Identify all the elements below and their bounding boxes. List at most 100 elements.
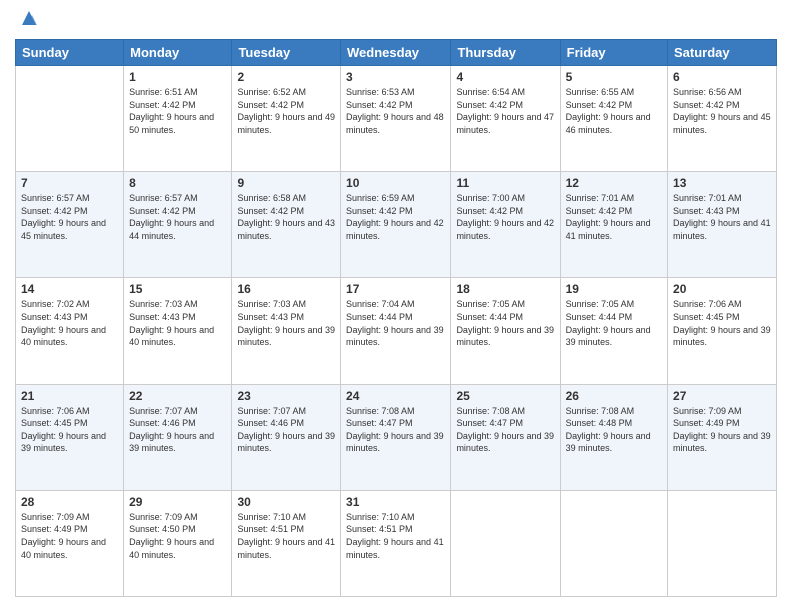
cell-info: Sunrise: 7:06 AMSunset: 4:45 PMDaylight:… [21, 405, 118, 455]
calendar-cell [668, 490, 777, 596]
cell-info: Sunrise: 7:07 AMSunset: 4:46 PMDaylight:… [129, 405, 226, 455]
cell-info: Sunrise: 6:58 AMSunset: 4:42 PMDaylight:… [237, 192, 335, 242]
day-number: 6 [673, 70, 771, 84]
calendar-cell: 19 Sunrise: 7:05 AMSunset: 4:44 PMDayligh… [560, 278, 667, 384]
day-number: 23 [237, 389, 335, 403]
calendar-cell: 28Sunrise: 7:09 AMSunset: 4:49 PMDayligh… [16, 490, 124, 596]
cell-info: Sunrise: 7:03 AMSunset: 4:43 PMDaylight:… [237, 298, 335, 348]
day-number: 5 [566, 70, 662, 84]
cell-info: Sunrise: 7:01 AMSunset: 4:43 PMDaylight:… [673, 192, 771, 242]
week-row-5: 28Sunrise: 7:09 AMSunset: 4:49 PMDayligh… [16, 490, 777, 596]
week-row-1: 1 Sunrise: 6:51 AMSunset: 4:42 PMDaylight… [16, 66, 777, 172]
calendar-cell: 11 Sunrise: 7:00 AMSunset: 4:42 PMDayligh… [451, 172, 560, 278]
day-number: 31 [346, 495, 445, 509]
cell-info: Sunrise: 7:08 AMSunset: 4:47 PMDaylight:… [456, 405, 554, 455]
calendar-cell: 18Sunrise: 7:05 AMSunset: 4:44 PMDayligh… [451, 278, 560, 384]
calendar-cell: 1 Sunrise: 6:51 AMSunset: 4:42 PMDaylight… [124, 66, 232, 172]
day-number: 19 [566, 282, 662, 296]
day-number: 2 [237, 70, 335, 84]
cell-info: Sunrise: 7:09 AMSunset: 4:50 PMDaylight:… [129, 511, 226, 561]
calendar-cell: 25 Sunrise: 7:08 AMSunset: 4:47 PMDayligh… [451, 384, 560, 490]
calendar-cell: 6Sunrise: 6:56 AMSunset: 4:42 PMDaylight… [668, 66, 777, 172]
cell-info: Sunrise: 6:53 AMSunset: 4:42 PMDaylight:… [346, 86, 445, 136]
calendar-page: SundayMondayTuesdayWednesdayThursdayFrid… [0, 0, 792, 612]
calendar-cell: 14Sunrise: 7:02 AMSunset: 4:43 PMDayligh… [16, 278, 124, 384]
calendar-cell: 31 Sunrise: 7:10 AMSunset: 4:51 PMDayligh… [341, 490, 451, 596]
weekday-friday: Friday [560, 40, 667, 66]
day-number: 21 [21, 389, 118, 403]
cell-info: Sunrise: 7:04 AMSunset: 4:44 PMDaylight:… [346, 298, 445, 348]
cell-info: Sunrise: 6:51 AMSunset: 4:42 PMDaylight:… [129, 86, 226, 136]
cell-info: Sunrise: 7:08 AMSunset: 4:47 PMDaylight:… [346, 405, 445, 455]
day-number: 29 [129, 495, 226, 509]
logo [15, 15, 40, 29]
calendar-cell: 23 Sunrise: 7:07 AMSunset: 4:46 PMDayligh… [232, 384, 341, 490]
cell-info: Sunrise: 7:05 AMSunset: 4:44 PMDaylight:… [456, 298, 554, 348]
calendar-cell: 22 Sunrise: 7:07 AMSunset: 4:46 PMDayligh… [124, 384, 232, 490]
cell-info: Sunrise: 7:09 AMSunset: 4:49 PMDaylight:… [21, 511, 118, 561]
day-number: 8 [129, 176, 226, 190]
day-number: 4 [456, 70, 554, 84]
calendar-cell: 21 Sunrise: 7:06 AMSunset: 4:45 PMDayligh… [16, 384, 124, 490]
calendar-cell: 9 Sunrise: 6:58 AMSunset: 4:42 PMDaylight… [232, 172, 341, 278]
day-number: 3 [346, 70, 445, 84]
day-number: 9 [237, 176, 335, 190]
cell-info: Sunrise: 7:09 AMSunset: 4:49 PMDaylight:… [673, 405, 771, 455]
calendar-cell: 2 Sunrise: 6:52 AMSunset: 4:42 PMDaylight… [232, 66, 341, 172]
calendar-cell: 5 Sunrise: 6:55 AMSunset: 4:42 PMDaylight… [560, 66, 667, 172]
calendar-cell: 3 Sunrise: 6:53 AMSunset: 4:42 PMDaylight… [341, 66, 451, 172]
cell-info: Sunrise: 6:57 AMSunset: 4:42 PMDaylight:… [21, 192, 118, 242]
day-number: 26 [566, 389, 662, 403]
weekday-saturday: Saturday [668, 40, 777, 66]
week-row-3: 14Sunrise: 7:02 AMSunset: 4:43 PMDayligh… [16, 278, 777, 384]
day-number: 16 [237, 282, 335, 296]
weekday-header-row: SundayMondayTuesdayWednesdayThursdayFrid… [16, 40, 777, 66]
week-row-4: 21 Sunrise: 7:06 AMSunset: 4:45 PMDayligh… [16, 384, 777, 490]
cell-info: Sunrise: 6:57 AMSunset: 4:42 PMDaylight:… [129, 192, 226, 242]
weekday-monday: Monday [124, 40, 232, 66]
cell-info: Sunrise: 7:10 AMSunset: 4:51 PMDaylight:… [237, 511, 335, 561]
day-number: 30 [237, 495, 335, 509]
day-number: 11 [456, 176, 554, 190]
logo-icon [18, 7, 40, 29]
cell-info: Sunrise: 6:52 AMSunset: 4:42 PMDaylight:… [237, 86, 335, 136]
day-number: 25 [456, 389, 554, 403]
calendar-cell: 7 Sunrise: 6:57 AMSunset: 4:42 PMDaylight… [16, 172, 124, 278]
calendar-cell: 4Sunrise: 6:54 AMSunset: 4:42 PMDaylight… [451, 66, 560, 172]
weekday-thursday: Thursday [451, 40, 560, 66]
calendar-cell: 10 Sunrise: 6:59 AMSunset: 4:42 PMDayligh… [341, 172, 451, 278]
calendar-cell: 15 Sunrise: 7:03 AMSunset: 4:43 PMDayligh… [124, 278, 232, 384]
calendar-cell: 12Sunrise: 7:01 AMSunset: 4:42 PMDayligh… [560, 172, 667, 278]
calendar-cell [16, 66, 124, 172]
calendar-cell: 24Sunrise: 7:08 AMSunset: 4:47 PMDayligh… [341, 384, 451, 490]
calendar-table: SundayMondayTuesdayWednesdayThursdayFrid… [15, 39, 777, 597]
cell-info: Sunrise: 7:07 AMSunset: 4:46 PMDaylight:… [237, 405, 335, 455]
calendar-cell: 8 Sunrise: 6:57 AMSunset: 4:42 PMDaylight… [124, 172, 232, 278]
day-number: 1 [129, 70, 226, 84]
cell-info: Sunrise: 7:10 AMSunset: 4:51 PMDaylight:… [346, 511, 445, 561]
cell-info: Sunrise: 7:01 AMSunset: 4:42 PMDaylight:… [566, 192, 662, 242]
cell-info: Sunrise: 7:00 AMSunset: 4:42 PMDaylight:… [456, 192, 554, 242]
day-number: 27 [673, 389, 771, 403]
day-number: 7 [21, 176, 118, 190]
day-number: 15 [129, 282, 226, 296]
day-number: 22 [129, 389, 226, 403]
calendar-cell: 17Sunrise: 7:04 AMSunset: 4:44 PMDayligh… [341, 278, 451, 384]
day-number: 10 [346, 176, 445, 190]
day-number: 14 [21, 282, 118, 296]
cell-info: Sunrise: 6:55 AMSunset: 4:42 PMDaylight:… [566, 86, 662, 136]
calendar-cell: 16 Sunrise: 7:03 AMSunset: 4:43 PMDayligh… [232, 278, 341, 384]
calendar-cell: 26 Sunrise: 7:08 AMSunset: 4:48 PMDayligh… [560, 384, 667, 490]
calendar-cell: 30 Sunrise: 7:10 AMSunset: 4:51 PMDayligh… [232, 490, 341, 596]
day-number: 20 [673, 282, 771, 296]
calendar-cell [451, 490, 560, 596]
cell-info: Sunrise: 7:03 AMSunset: 4:43 PMDaylight:… [129, 298, 226, 348]
calendar-cell: 20Sunrise: 7:06 AMSunset: 4:45 PMDayligh… [668, 278, 777, 384]
weekday-wednesday: Wednesday [341, 40, 451, 66]
calendar-cell: 13 Sunrise: 7:01 AMSunset: 4:43 PMDayligh… [668, 172, 777, 278]
day-number: 13 [673, 176, 771, 190]
weekday-tuesday: Tuesday [232, 40, 341, 66]
cell-info: Sunrise: 7:08 AMSunset: 4:48 PMDaylight:… [566, 405, 662, 455]
cell-info: Sunrise: 7:05 AMSunset: 4:44 PMDaylight:… [566, 298, 662, 348]
cell-info: Sunrise: 6:59 AMSunset: 4:42 PMDaylight:… [346, 192, 445, 242]
